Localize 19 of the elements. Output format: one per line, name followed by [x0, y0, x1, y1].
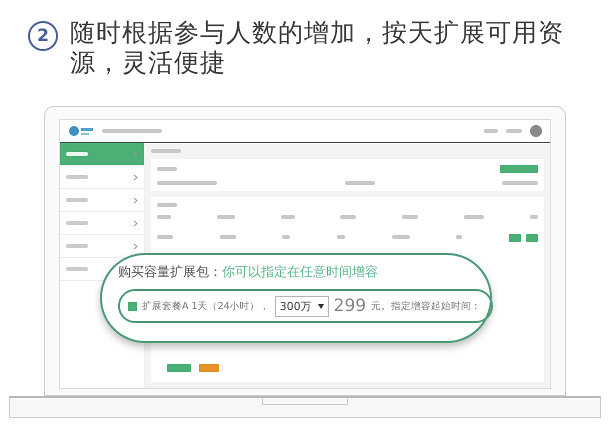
avatar-icon[interactable] [530, 125, 542, 137]
chevron-icon [133, 174, 138, 180]
table-button[interactable] [508, 234, 521, 242]
package-option[interactable]: 扩展套餐A 1天（24小时）， 300万 299 元。指定增容起始时间： [118, 289, 494, 323]
step-number: 2 [28, 21, 58, 51]
chevron-icon [133, 242, 138, 250]
chevron-icon [133, 150, 138, 158]
caret-icon [318, 304, 324, 308]
chevron-icon [133, 220, 138, 226]
price: 299 [334, 296, 366, 316]
chevron-icon [133, 196, 138, 204]
option-label: 扩展套餐A 1天（24小时）， [142, 300, 270, 312]
quota-select[interactable]: 300万 [274, 296, 329, 316]
table-button[interactable] [526, 234, 538, 242]
callout-title: 购买容量扩展包：你可以指定在任意时间增容 [118, 264, 379, 281]
heading: 随时根据参与人数的增加，按天扩展可用资源，灵活便捷 [70, 18, 565, 78]
price-note: 元。指定增容起始时间： [371, 300, 482, 312]
option-checkbox[interactable] [128, 302, 137, 310]
logo-icon [68, 124, 94, 138]
